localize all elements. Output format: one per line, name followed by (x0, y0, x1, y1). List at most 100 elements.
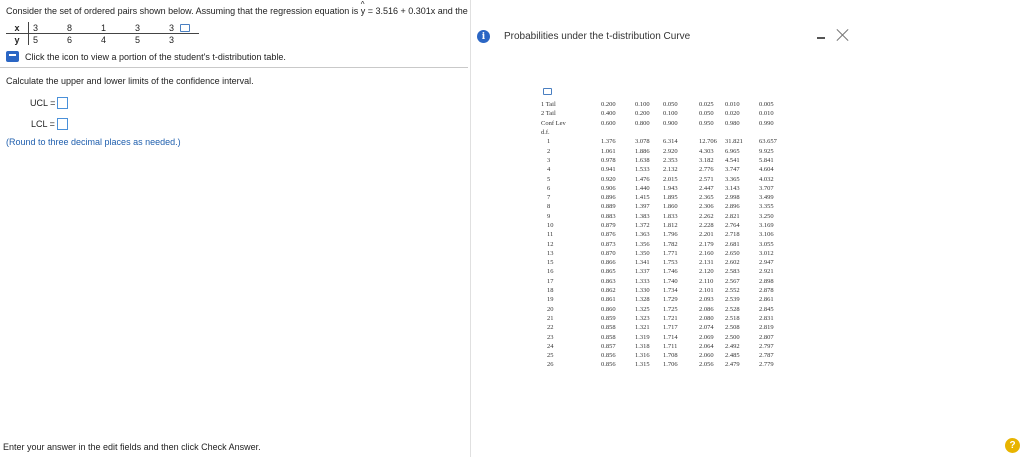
table-cell: 2.776 (699, 166, 714, 174)
row-label: 18 (547, 287, 554, 295)
table-cell: 2.764 (725, 222, 740, 229)
divider (0, 67, 468, 68)
row-label: 20 (547, 305, 554, 313)
table-cell: 3.499 (759, 194, 774, 202)
table-row: 5 0.920 1.476 2.015 2.571 3.365 4.032 (541, 174, 779, 183)
x-value: 3 (165, 22, 199, 34)
table-row: 25 0.856 1.316 1.708 2.060 2.485 2.787 (541, 351, 779, 360)
row-label: 25 (547, 352, 554, 360)
copy-table-icon[interactable] (543, 88, 552, 95)
table-cell: 2.500 (725, 333, 740, 341)
table-cell: 1.714 (663, 333, 678, 341)
table-cell: 0.020 (725, 110, 740, 118)
help-icon[interactable]: ? (1005, 438, 1020, 453)
table-cell: 2.602 (725, 259, 740, 267)
table-cell: 2.110 (699, 277, 714, 285)
table-cell: 1.708 (663, 352, 678, 360)
table-row: 4 0.941 1.533 2.132 2.776 3.747 4.604 (541, 165, 779, 174)
table-cell: 1.363 (635, 231, 650, 239)
table-cell: 0.858 (601, 333, 616, 341)
table-cell: 2.845 (759, 305, 774, 313)
table-cell: 2.353 (663, 156, 678, 164)
ucl-input[interactable] (57, 97, 69, 109)
table-cell: 0.005 (759, 101, 774, 109)
table-cell: 1.319 (635, 333, 650, 341)
table-row: 18 0.862 1.330 1.734 2.101 2.552 2.878 (541, 286, 779, 295)
table-cell: 6.965 (725, 147, 740, 155)
table-cell: 0.900 (663, 119, 678, 127)
table-cell: 1.943 (663, 184, 678, 192)
row-label: Conf Lev (541, 119, 566, 127)
minimize-icon[interactable] (817, 37, 825, 39)
table-cell: 0.865 (601, 268, 616, 276)
rounding-note: (Round to three decimal places as needed… (6, 137, 181, 147)
table-cell: 4.032 (759, 175, 774, 183)
table-cell: 1.061 (601, 147, 616, 155)
table-cell: 1.376 (601, 138, 616, 146)
ucl-field: UCL = (30, 97, 69, 109)
table-cell: 0.856 (601, 361, 616, 369)
x-row: x 3 8 1 3 3 (6, 22, 199, 34)
table-cell: 0.100 (635, 101, 650, 109)
copy-data-icon[interactable] (180, 24, 191, 33)
table-cell: 31.821 (725, 138, 743, 146)
table-cell: 0.860 (601, 305, 616, 313)
table-row: 20 0.860 1.325 1.725 2.086 2.528 2.845 (541, 305, 779, 314)
x-value-text: 3 (169, 22, 175, 33)
t-table-hint[interactable]: Click the icon to view a portion of the … (6, 51, 286, 62)
y-value: 3 (169, 34, 175, 45)
table-cell: 5.841 (759, 156, 774, 164)
table-cell: 2.479 (725, 361, 740, 369)
table-cell: 0.010 (725, 101, 740, 109)
x-value: 1 (97, 22, 131, 34)
book-icon[interactable] (6, 51, 19, 62)
ucl-label: UCL = (30, 98, 56, 108)
table-cell: 1.796 (663, 231, 678, 239)
table-cell: 1.860 (663, 203, 678, 211)
table-cell: 0.200 (635, 110, 650, 118)
table-cell: 1.533 (635, 166, 650, 174)
table-cell: 2.552 (725, 287, 740, 295)
table-cell: 2.819 (759, 324, 774, 332)
table-cell: 0.896 (601, 194, 616, 202)
x-header: x (6, 22, 29, 34)
y-value: 5 (33, 34, 39, 45)
table-cell: 2.056 (699, 361, 714, 369)
table-cell: 0.876 (601, 231, 616, 239)
close-icon[interactable] (836, 28, 850, 42)
table-cell: 0.400 (601, 110, 616, 118)
table-cell: 3.747 (725, 166, 740, 174)
table-cell: 2.201 (699, 231, 714, 239)
row-label: 11 (547, 231, 554, 239)
row-label: 6 (547, 184, 551, 192)
table-cell: 1.415 (635, 194, 650, 202)
table-cell: 6.314 (663, 138, 678, 146)
table-cell: 2.132 (663, 166, 678, 174)
ordered-pairs-table: x 3 8 1 3 3 y 5 6 4 5 3 (6, 22, 199, 45)
row-label: 10 (547, 222, 554, 229)
table-cell: 1.397 (635, 203, 650, 211)
table-cell: 2.015 (663, 175, 678, 183)
question-text-before: Consider the set of ordered pairs shown … (6, 6, 361, 16)
table-cell: 2.896 (725, 203, 740, 211)
lcl-input[interactable] (56, 118, 68, 130)
table-cell: 0.050 (699, 110, 714, 118)
table-row: 7 0.896 1.415 1.895 2.365 2.998 3.499 (541, 193, 779, 202)
y-hat-symbol: y (361, 0, 366, 16)
table-cell: 1.895 (663, 194, 678, 202)
table-cell: 2.921 (759, 268, 774, 276)
table-cell: 0.100 (663, 110, 678, 118)
table-cell: 1.476 (635, 175, 650, 183)
y-value: 5 (135, 34, 141, 45)
table-cell: 3.355 (759, 203, 774, 211)
table-cell: 2.947 (759, 259, 774, 267)
table-cell: 2.508 (725, 324, 740, 332)
table-row: 22 0.858 1.321 1.717 2.074 2.508 2.819 (541, 323, 779, 332)
row-label: 7 (547, 194, 551, 202)
table-cell: 3.106 (759, 231, 774, 239)
info-icon: i (477, 30, 490, 43)
table-cell: 2.120 (699, 268, 714, 276)
table-cell: 3.169 (759, 222, 774, 229)
table-row: 21 0.859 1.323 1.721 2.080 2.518 2.831 (541, 314, 779, 323)
table-cell: 2.831 (759, 314, 774, 322)
